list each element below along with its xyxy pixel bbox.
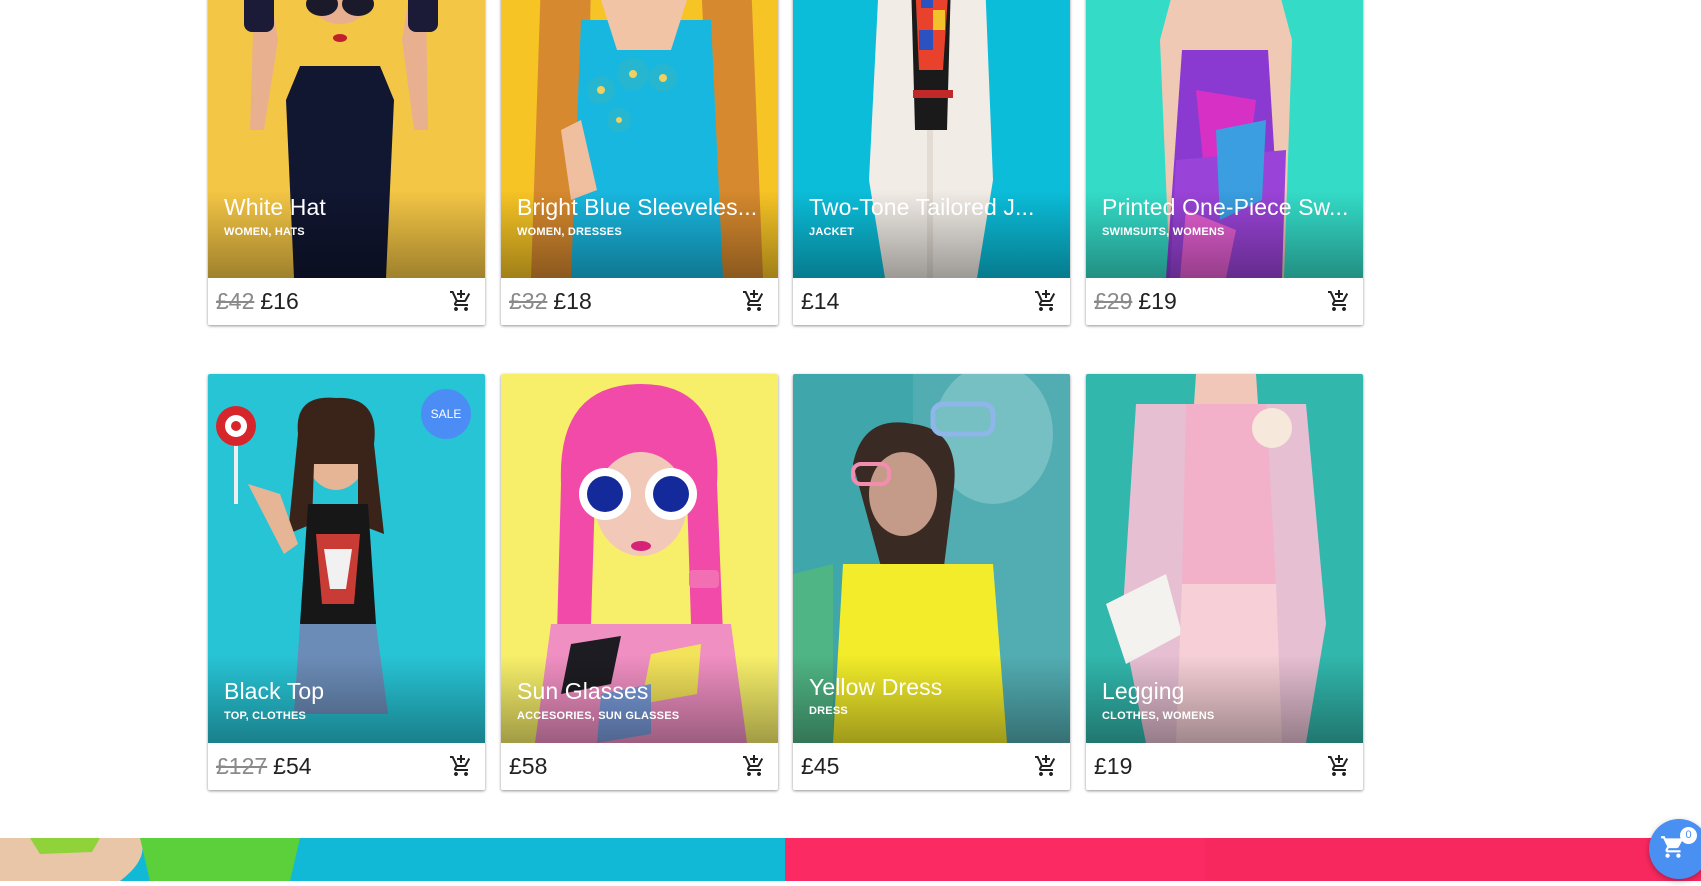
product-card[interactable]: White Hat WOMEN, HATS £42 £16: [208, 0, 485, 325]
product-card[interactable]: Printed One-Piece Sw... SWIMSUITS, WOMEN…: [1086, 0, 1363, 325]
product-categories: SWIMSUITS, WOMENS: [1102, 226, 1225, 238]
old-price: £32: [509, 288, 548, 314]
add-to-cart-icon[interactable]: [742, 754, 766, 778]
product-price: £45: [801, 753, 839, 780]
product-card[interactable]: Yellow Dress DRESS £45: [793, 374, 1070, 790]
product-title: Printed One-Piece Sw...: [1102, 194, 1349, 220]
product-image[interactable]: SALE Black Top TOP, CLOTHES: [208, 374, 485, 743]
product-image[interactable]: Printed One-Piece Sw... SWIMSUITS, WOMEN…: [1086, 0, 1363, 278]
product-footer: £19: [1086, 743, 1363, 790]
product-categories: TOP, CLOTHES: [224, 710, 307, 722]
add-to-cart-icon[interactable]: [1327, 289, 1351, 313]
product-title: Legging: [1102, 678, 1185, 704]
current-price: £45: [801, 753, 840, 779]
product-categories: CLOTHES, WOMENS: [1102, 710, 1215, 722]
product-categories: WOMEN, DRESSES: [517, 226, 622, 238]
product-footer: £32 £18: [501, 278, 778, 325]
product-categories: JACKET: [809, 226, 855, 238]
old-price: £42: [216, 288, 255, 314]
product-price: £14: [801, 288, 839, 315]
product-card[interactable]: Bright Blue Sleeveles... WOMEN, DRESSES …: [501, 0, 778, 325]
product-card[interactable]: SALE Black Top TOP, CLOTHES £127 £54: [208, 374, 485, 790]
current-price: £14: [801, 288, 840, 314]
product-price: £19: [1094, 753, 1132, 780]
old-price: £127: [216, 753, 268, 779]
product-image[interactable]: Yellow Dress DRESS: [793, 374, 1070, 743]
current-price: £54: [273, 753, 312, 779]
product-title: Sun Glasses: [517, 678, 649, 704]
add-to-cart-icon[interactable]: [1327, 754, 1351, 778]
product-footer: £42 £16: [208, 278, 485, 325]
product-image[interactable]: Bright Blue Sleeveles... WOMEN, DRESSES: [501, 0, 778, 278]
product-footer: £29 £19: [1086, 278, 1363, 325]
product-footer: £14: [793, 278, 1070, 325]
old-price: £29: [1094, 288, 1133, 314]
product-image[interactable]: Two-Tone Tailored J... JACKET: [793, 0, 1070, 278]
current-price: £18: [553, 288, 592, 314]
product-title: Black Top: [224, 678, 325, 704]
add-to-cart-icon[interactable]: [449, 754, 473, 778]
add-to-cart-icon[interactable]: [1034, 289, 1058, 313]
product-footer: £58: [501, 743, 778, 790]
product-title: Two-Tone Tailored J...: [809, 194, 1035, 220]
product-price: £42 £16: [216, 288, 299, 315]
add-to-cart-icon[interactable]: [742, 289, 766, 313]
product-image[interactable]: Legging CLOTHES, WOMENS: [1086, 374, 1363, 743]
product-footer: £45: [793, 743, 1070, 790]
product-card[interactable]: Two-Tone Tailored J... JACKET £14: [793, 0, 1070, 325]
add-to-cart-icon[interactable]: [1034, 754, 1058, 778]
product-card[interactable]: Sun Glasses ACCESORIES, SUN GLASSES £58: [501, 374, 778, 790]
cart-count-badge: 0: [1680, 827, 1697, 844]
add-to-cart-icon[interactable]: [449, 289, 473, 313]
current-price: £16: [260, 288, 299, 314]
product-price: £32 £18: [509, 288, 592, 315]
product-title: White Hat: [224, 194, 326, 220]
product-price: £127 £54: [216, 753, 312, 780]
product-image[interactable]: Sun Glasses ACCESORIES, SUN GLASSES: [501, 374, 778, 743]
product-title: Yellow Dress: [809, 674, 943, 700]
product-categories: WOMEN, HATS: [224, 226, 305, 238]
current-price: £19: [1094, 753, 1133, 779]
product-categories: DRESS: [809, 705, 848, 717]
promo-banner-right[interactable]: [1205, 838, 1701, 881]
banner-photo: [0, 838, 785, 881]
current-price: £58: [509, 753, 548, 779]
sale-badge: SALE: [421, 389, 471, 439]
product-price: £58: [509, 753, 547, 780]
product-footer: £127 £54: [208, 743, 485, 790]
product-price: £29 £19: [1094, 288, 1177, 315]
product-categories: ACCESORIES, SUN GLASSES: [517, 710, 680, 722]
product-card[interactable]: Legging CLOTHES, WOMENS £19: [1086, 374, 1363, 790]
promo-banner-middle[interactable]: [785, 838, 1205, 881]
product-image[interactable]: White Hat WOMEN, HATS: [208, 0, 485, 278]
promo-banner-left[interactable]: [0, 838, 785, 881]
current-price: £19: [1138, 288, 1177, 314]
product-title: Bright Blue Sleeveles...: [517, 194, 758, 220]
